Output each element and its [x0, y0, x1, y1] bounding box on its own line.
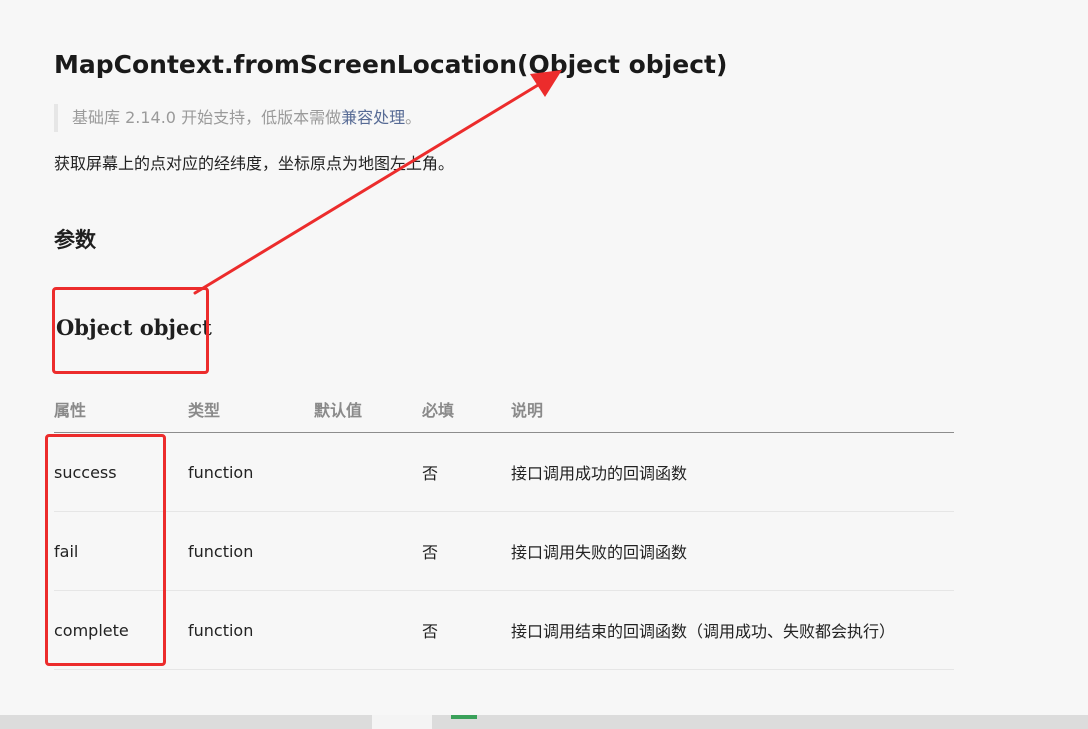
annotation-arrow — [193, 70, 562, 295]
bottom-scroll-bar[interactable] — [0, 715, 1088, 729]
taskbar-tile-green[interactable] — [451, 715, 477, 719]
taskbar-tile[interactable] — [372, 715, 432, 729]
